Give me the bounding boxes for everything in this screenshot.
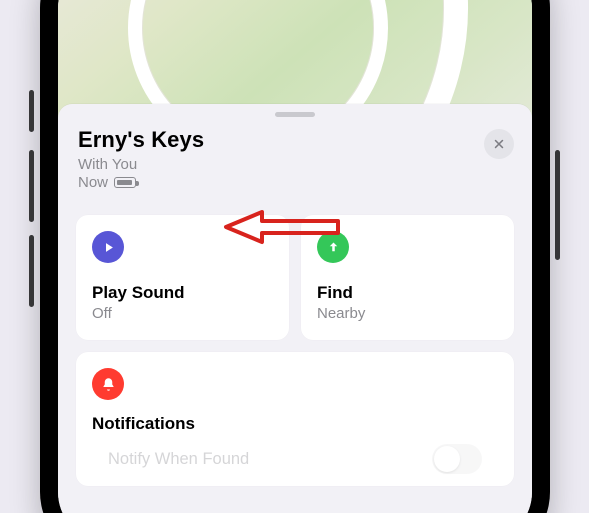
play-sound-card[interactable]: Play Sound Off: [76, 215, 289, 340]
close-button[interactable]: [484, 129, 514, 159]
item-location-status: With You: [78, 156, 512, 173]
bell-icon: [92, 368, 124, 400]
notifications-heading: Notifications: [92, 414, 498, 434]
notify-when-found-toggle[interactable]: [432, 444, 482, 474]
power-button: [555, 150, 560, 260]
notify-when-found-label: Notify When Found: [108, 450, 249, 469]
volume-switch: [29, 90, 34, 132]
notifications-card: Notifications Notify When Found: [76, 352, 514, 486]
find-status: Nearby: [317, 305, 498, 322]
play-sound-title: Play Sound: [92, 283, 273, 303]
close-icon: [493, 138, 505, 150]
find-title: Find: [317, 283, 498, 303]
sheet-grabber[interactable]: [275, 112, 315, 117]
item-title: Erny's Keys: [78, 127, 512, 153]
play-sound-status: Off: [92, 305, 273, 322]
play-icon: [92, 231, 124, 263]
notify-when-found-row[interactable]: Notify When Found: [92, 434, 498, 474]
item-detail-sheet[interactable]: Erny's Keys With You Now: [58, 104, 532, 513]
phone-frame: Apple Park Way Tantau Reception Center P…: [40, 0, 550, 513]
volume-down-button: [29, 235, 34, 307]
arrow-up-icon: [317, 231, 349, 263]
item-timestamp: Now: [78, 174, 108, 191]
battery-icon: [114, 177, 136, 188]
volume-up-button: [29, 150, 34, 222]
find-card[interactable]: Find Nearby: [301, 215, 514, 340]
